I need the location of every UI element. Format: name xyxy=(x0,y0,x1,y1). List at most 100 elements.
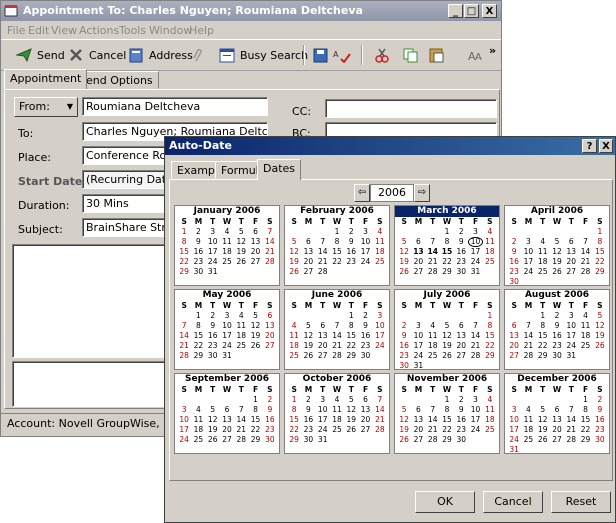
day-cell[interactable]: 10 xyxy=(177,415,191,425)
dialog-title-bar[interactable]: Auto-Date ? X xyxy=(165,137,615,155)
day-cell[interactable]: 15 xyxy=(248,415,262,425)
day-cell[interactable]: 19 xyxy=(287,257,301,267)
day-cell[interactable]: 13 xyxy=(263,321,277,331)
day-cell[interactable]: 29 xyxy=(287,435,301,445)
day-cell[interactable]: 4 xyxy=(373,227,387,237)
day-cell[interactable]: 8 xyxy=(536,321,550,331)
send-button[interactable]: Send xyxy=(15,44,65,66)
day-cell[interactable]: 29 xyxy=(440,267,454,277)
day-cell[interactable]: 3 xyxy=(220,311,234,321)
day-cell[interactable]: 30 xyxy=(206,351,220,361)
day-cell[interactable]: 1 xyxy=(578,395,592,405)
day-cell[interactable]: 14 xyxy=(564,415,578,425)
day-cell[interactable]: 17 xyxy=(411,341,425,351)
day-cell[interactable]: 30 xyxy=(397,361,411,371)
day-cell[interactable]: 15 xyxy=(578,415,592,425)
day-cell[interactable]: 27 xyxy=(507,351,521,361)
day-cell[interactable]: 21 xyxy=(177,341,191,351)
reset-button[interactable]: Reset xyxy=(551,491,611,513)
from-dropdown-button[interactable]: From: ▼ xyxy=(14,97,78,117)
day-cell[interactable]: 9 xyxy=(454,405,468,415)
day-cell[interactable]: 31 xyxy=(411,361,425,371)
day-cell[interactable]: 18 xyxy=(426,341,440,351)
day-cell[interactable]: 20 xyxy=(358,415,372,425)
day-cell[interactable]: 29 xyxy=(483,351,497,361)
day-cell[interactable]: 24 xyxy=(468,257,482,267)
day-cell[interactable]: 2 xyxy=(191,227,205,237)
day-cell[interactable]: 6 xyxy=(358,395,372,405)
day-cell[interactable]: 15 xyxy=(344,331,358,341)
paste-button[interactable] xyxy=(427,44,445,66)
cancel-button[interactable]: Cancel xyxy=(67,44,126,66)
day-cell[interactable]: 15 xyxy=(440,415,454,425)
day-cell[interactable]: 7 xyxy=(177,321,191,331)
day-cell[interactable]: 26 xyxy=(248,341,262,351)
year-value[interactable]: 2006 xyxy=(370,184,414,202)
day-cell[interactable]: 5 xyxy=(287,237,301,247)
day-cell[interactable]: 6 xyxy=(564,237,578,247)
day-cell[interactable]: 3 xyxy=(373,311,387,321)
day-cell[interactable]: 8 xyxy=(330,237,344,247)
day-cell[interactable]: 27 xyxy=(358,425,372,435)
day-cell[interactable]: 21 xyxy=(234,425,248,435)
day-cell[interactable]: 7 xyxy=(521,321,535,331)
day-cell[interactable]: 19 xyxy=(344,415,358,425)
day-cell[interactable]: 22 xyxy=(440,425,454,435)
day-cell[interactable]: 20 xyxy=(507,341,521,351)
day-cell[interactable]: 4 xyxy=(483,227,497,237)
day-cell[interactable]: 14 xyxy=(177,331,191,341)
day-cell[interactable]: 30 xyxy=(358,351,372,361)
day-cell[interactable]: 18 xyxy=(287,341,301,351)
day-cell[interactable]: 28 xyxy=(373,425,387,435)
day-cell[interactable]: 3 xyxy=(177,405,191,415)
day-cell[interactable]: 21 xyxy=(373,415,387,425)
day-cell[interactable]: 19 xyxy=(440,341,454,351)
day-cell[interactable]: 31 xyxy=(507,445,521,455)
day-cell[interactable]: 8 xyxy=(440,237,454,247)
day-cell[interactable]: 30 xyxy=(301,435,315,445)
day-cell[interactable]: 19 xyxy=(301,341,315,351)
minimize-button[interactable]: _ xyxy=(448,4,463,18)
day-cell[interactable]: 19 xyxy=(206,425,220,435)
day-cell[interactable]: 20 xyxy=(301,257,315,267)
day-cell[interactable]: 10 xyxy=(468,405,482,415)
day-cell[interactable]: 17 xyxy=(358,247,372,257)
day-cell[interactable]: 19 xyxy=(536,425,550,435)
day-cell[interactable]: 22 xyxy=(578,425,592,435)
day-cell[interactable]: 9 xyxy=(191,237,205,247)
day-cell[interactable]: 9 xyxy=(344,237,358,247)
day-cell[interactable]: 7 xyxy=(330,321,344,331)
day-cell[interactable]: 21 xyxy=(263,247,277,257)
day-cell[interactable]: 18 xyxy=(483,247,497,257)
day-cell[interactable]: 8 xyxy=(440,405,454,415)
day-cell[interactable]: 10 xyxy=(373,321,387,331)
day-cell[interactable]: 30 xyxy=(507,277,521,287)
day-cell[interactable]: 7 xyxy=(426,405,440,415)
day-cell[interactable]: 16 xyxy=(358,331,372,341)
day-cell[interactable]: 29 xyxy=(344,351,358,361)
day-cell[interactable]: 11 xyxy=(287,331,301,341)
day-cell[interactable]: 20 xyxy=(263,331,277,341)
cancel-button[interactable]: Cancel xyxy=(483,491,543,513)
day-cell[interactable]: 24 xyxy=(373,341,387,351)
day-cell[interactable]: 16 xyxy=(344,247,358,257)
day-cell[interactable]: 24 xyxy=(220,341,234,351)
day-cell[interactable]: 16 xyxy=(454,415,468,425)
day-cell[interactable]: 20 xyxy=(411,257,425,267)
day-cell[interactable]: 16 xyxy=(507,257,521,267)
day-cell[interactable]: 14 xyxy=(316,247,330,257)
day-cell[interactable]: 5 xyxy=(248,311,262,321)
day-cell[interactable]: 2 xyxy=(454,227,468,237)
day-cell[interactable]: 7 xyxy=(564,405,578,415)
day-cell[interactable]: 6 xyxy=(301,237,315,247)
day-cell[interactable]: 25 xyxy=(483,425,497,435)
day-cell[interactable]: 13 xyxy=(507,331,521,341)
day-cell[interactable]: 12 xyxy=(206,415,220,425)
day-cell[interactable]: 4 xyxy=(191,405,205,415)
cc-field[interactable] xyxy=(325,99,497,118)
day-cell[interactable]: 13 xyxy=(564,247,578,257)
day-cell[interactable]: 26 xyxy=(206,435,220,445)
day-cell[interactable]: 26 xyxy=(301,351,315,361)
day-cell[interactable]: 17 xyxy=(220,331,234,341)
day-cell[interactable]: 24 xyxy=(521,267,535,277)
